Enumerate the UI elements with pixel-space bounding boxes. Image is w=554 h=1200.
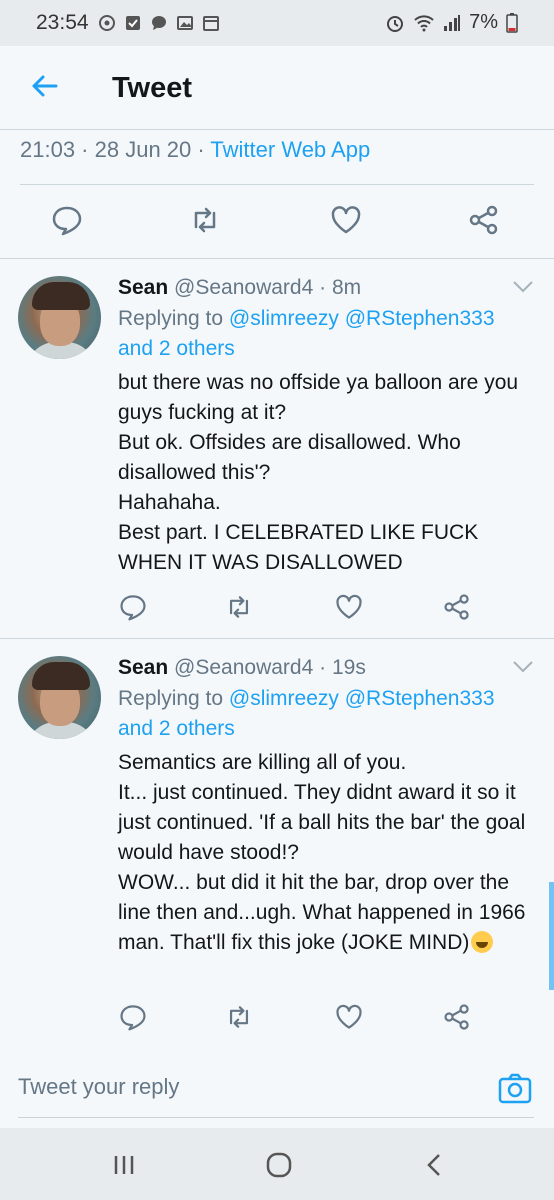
laughing-tears-emoji-icon — [471, 931, 494, 953]
signal-icon — [444, 14, 461, 31]
reply-icon[interactable] — [118, 592, 152, 626]
back-nav-icon[interactable] — [420, 1150, 450, 1180]
reply-bar: Tweet your reply — [0, 1048, 554, 1128]
share-icon[interactable] — [467, 203, 501, 237]
battery-icon — [506, 12, 518, 33]
tweet-source-link[interactable]: Twitter Web App — [210, 137, 370, 162]
status-bar: 23:54 7% — [0, 0, 554, 46]
recents-icon[interactable] — [110, 1150, 140, 1180]
battery-percent: 7% — [469, 11, 498, 33]
display-name[interactable]: Sean — [118, 276, 168, 299]
status-time: 23:54 — [36, 11, 89, 34]
reply-icon[interactable] — [118, 1002, 152, 1036]
tweet-actions — [0, 1002, 554, 1042]
display-name[interactable]: Sean — [118, 656, 168, 679]
gallery-icon — [176, 14, 194, 32]
reply-icon[interactable] — [50, 203, 84, 237]
avatar[interactable] — [18, 276, 101, 359]
chevron-down-icon[interactable] — [512, 280, 534, 294]
retweet-icon[interactable] — [224, 1002, 258, 1036]
tweet-text: Semantics are killing all of you. It... … — [118, 748, 538, 958]
system-nav-bar — [0, 1128, 554, 1200]
share-icon[interactable] — [442, 592, 476, 626]
mention-links[interactable]: @slimreezy @RStephen333 — [229, 687, 495, 710]
tweet-timestamp: 21:03 · 28 Jun 20 · Twitter Web App — [20, 137, 371, 162]
others-link[interactable]: and 2 others — [118, 717, 235, 740]
notification-icons — [98, 14, 220, 32]
camera-icon[interactable] — [498, 1072, 532, 1106]
wifi-icon — [414, 14, 434, 31]
tweet-actions — [0, 592, 554, 632]
mention-links[interactable]: @slimreezy @RStephen333 — [229, 307, 495, 330]
main-tweet-actions — [0, 203, 554, 243]
user-handle[interactable]: @Seanoward4 — [174, 276, 313, 299]
reply-underline — [18, 1117, 534, 1118]
reply-input[interactable]: Tweet your reply — [18, 1074, 179, 1100]
header: Tweet — [0, 46, 554, 130]
divider — [20, 184, 534, 185]
tweet-time: 21:03 — [20, 137, 76, 162]
chat-icon — [150, 14, 168, 32]
alarm-icon — [387, 15, 404, 32]
back-arrow-icon[interactable] — [28, 70, 60, 102]
tweet-age: 8m — [331, 276, 362, 299]
notification-icon — [98, 14, 116, 32]
tweet-age: 19s — [331, 656, 366, 679]
others-link[interactable]: and 2 others — [118, 337, 235, 360]
like-icon[interactable] — [329, 203, 363, 237]
reply-tweet[interactable]: Sean @Seanoward4 · 19s Replying to @slim… — [0, 638, 554, 1048]
replying-to: Replying to @slimreezy @RStephen333 and … — [118, 307, 495, 360]
chevron-down-icon[interactable] — [512, 660, 534, 674]
avatar[interactable] — [18, 656, 101, 739]
user-handle[interactable]: @Seanoward4 — [174, 656, 313, 679]
share-icon[interactable] — [442, 1002, 476, 1036]
divider — [0, 129, 554, 130]
home-icon[interactable] — [264, 1150, 294, 1180]
calendar-icon — [202, 14, 220, 32]
tweet-text: but there was no offside ya balloon are … — [118, 371, 519, 574]
like-icon[interactable] — [334, 592, 368, 626]
tweet-date: 28 Jun 20 — [94, 137, 192, 162]
replying-to: Replying to @slimreezy @RStephen333 and … — [118, 687, 495, 740]
page-title: Tweet — [112, 72, 193, 104]
like-icon[interactable] — [334, 1002, 368, 1036]
scrollbar[interactable] — [549, 882, 554, 990]
retweet-icon[interactable] — [188, 203, 222, 237]
retweet-icon[interactable] — [224, 592, 258, 626]
tweet-header: Sean @Seanoward4 · 19s — [118, 656, 366, 679]
tweet-text-content: Semantics are killing all of you. It... … — [118, 751, 526, 954]
system-icons: 7% — [385, 11, 518, 34]
reply-tweet[interactable]: Sean @Seanoward4 · 8m Replying to @slimr… — [0, 258, 554, 638]
checkbox-icon — [124, 14, 142, 32]
tweet-header: Sean @Seanoward4 · 8m — [118, 276, 362, 299]
